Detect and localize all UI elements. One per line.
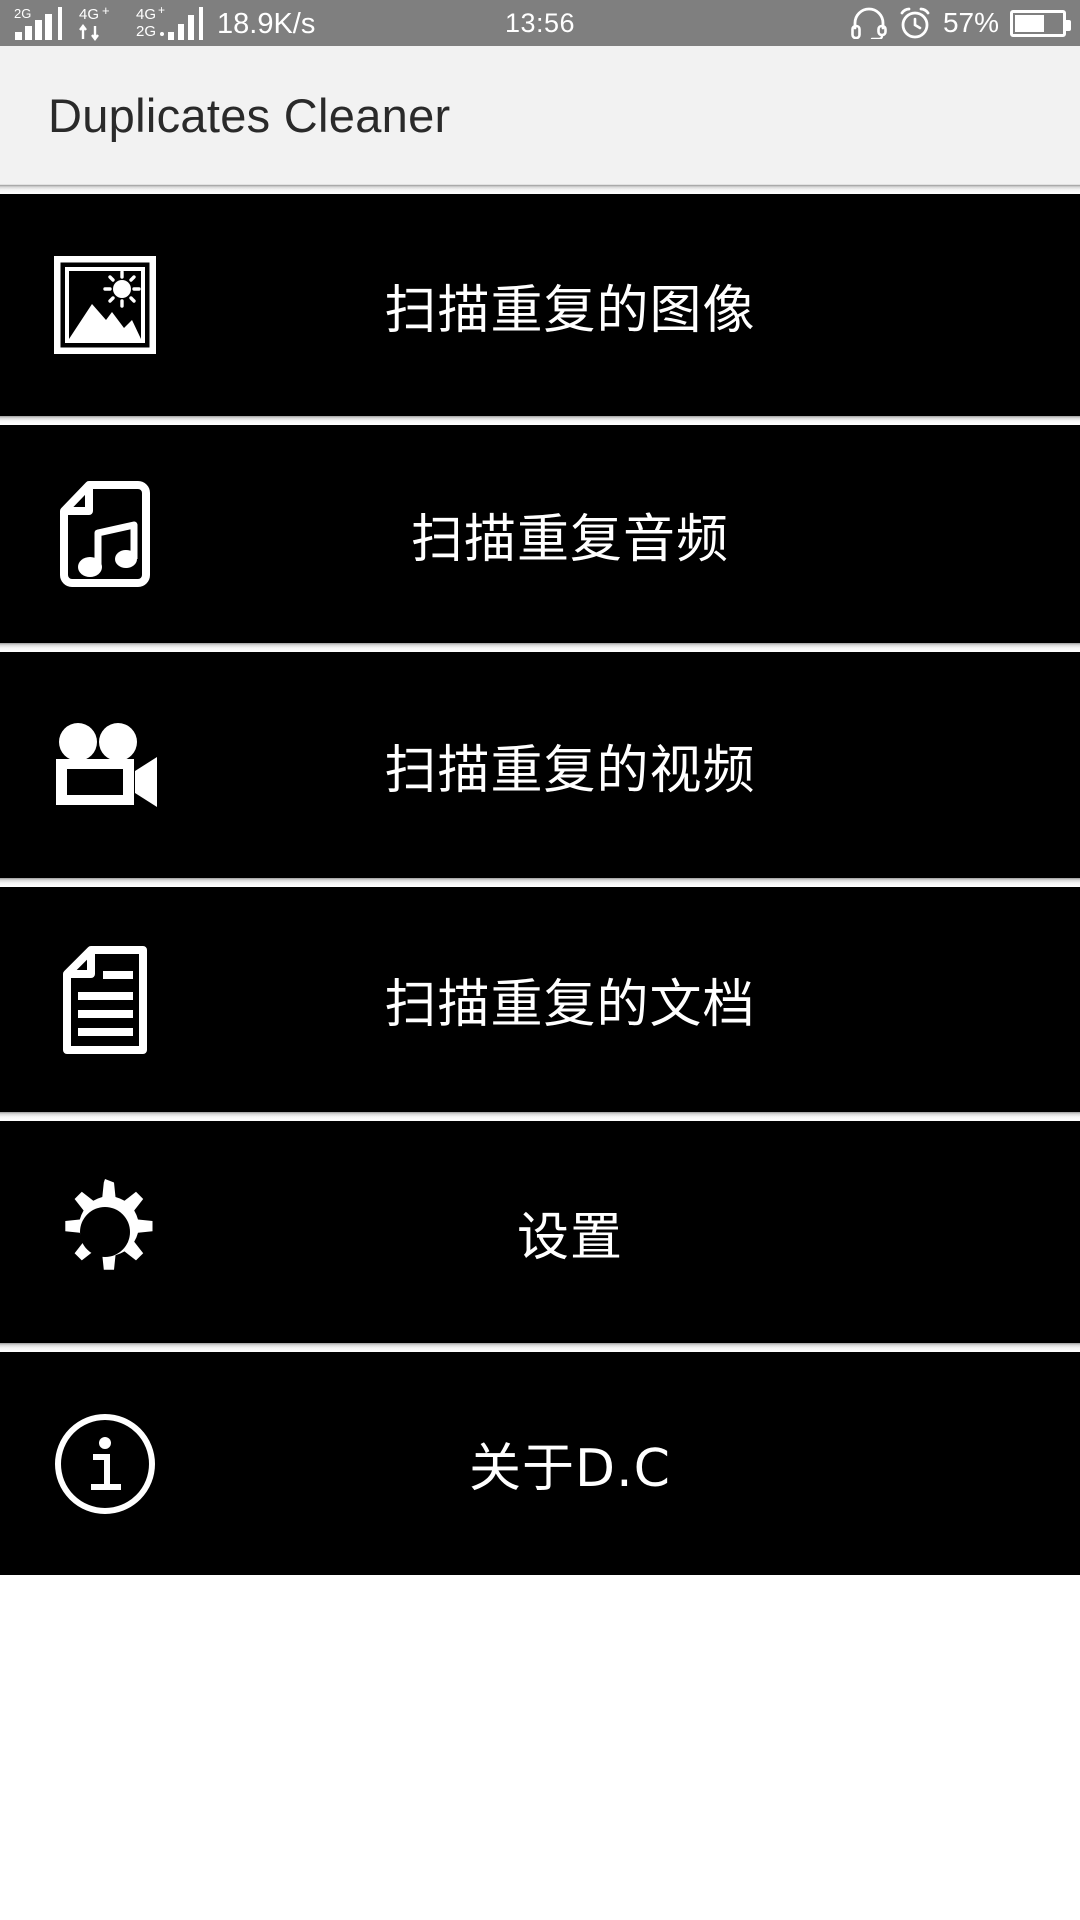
audio-file-icon xyxy=(0,481,210,587)
info-circle-icon xyxy=(0,1412,210,1516)
menu-item-label: 扫描重复音频 xyxy=(410,509,729,570)
menu-item-label: 扫描重复的文档 xyxy=(384,975,756,1035)
battery-icon xyxy=(1010,9,1071,37)
status-bar-right: 57% xyxy=(851,6,1071,40)
sim2-signal-icon: 4G + 2G xyxy=(136,5,208,41)
svg-text:+: + xyxy=(158,5,165,17)
status-bar: 2G 4G + 4G + 2G 18.9K/s 13:56 57% xyxy=(0,0,1080,46)
list-divider xyxy=(0,185,1080,194)
app-screen: 2G 4G + 4G + 2G 18.9K/s 13:56 57% Duplic… xyxy=(0,0,1080,1920)
battery-fill xyxy=(1015,14,1044,32)
list-divider xyxy=(0,643,1080,652)
menu-item-label: 设置 xyxy=(516,1207,623,1268)
menu-item-scan-duplicate-audio[interactable]: 扫描重复音频 xyxy=(0,425,1080,643)
svg-text:2G: 2G xyxy=(136,23,156,40)
menu-item-settings[interactable]: 设置 xyxy=(0,1121,1080,1343)
sim1-signal-icon: 2G xyxy=(14,5,72,41)
data-transfer-icon: 4G + xyxy=(79,5,129,41)
list-divider xyxy=(0,1343,1080,1352)
headphone-icon xyxy=(851,7,887,39)
document-icon xyxy=(0,945,210,1054)
svg-text:4G: 4G xyxy=(79,6,99,23)
menu-item-label: 扫描重复的图像 xyxy=(384,280,756,341)
status-bar-left: 2G 4G + 4G + 2G 18.9K/s xyxy=(14,5,315,41)
main-menu-list: 扫描重复的图像 扫描重复音频 扫描重复的视频 扫描重复的文档 设置 关于D.C xyxy=(0,185,1080,1575)
menu-item-scan-duplicate-videos[interactable]: 扫描重复的视频 xyxy=(0,652,1080,878)
page-title: Duplicates Cleaner xyxy=(48,88,451,142)
alarm-clock-icon xyxy=(898,6,932,40)
menu-item-about-dc[interactable]: 关于D.C xyxy=(0,1352,1080,1575)
list-divider xyxy=(0,416,1080,425)
picture-icon xyxy=(0,256,210,354)
menu-item-scan-duplicate-images[interactable]: 扫描重复的图像 xyxy=(0,194,1080,416)
network-speed-label: 18.9K/s xyxy=(217,8,316,40)
svg-text:+: + xyxy=(102,5,110,18)
menu-item-label: 扫描重复的视频 xyxy=(384,740,756,801)
battery-percent-label: 57% xyxy=(942,7,999,38)
gear-icon xyxy=(0,1179,210,1285)
list-divider xyxy=(0,1112,1080,1121)
menu-item-scan-duplicate-documents[interactable]: 扫描重复的文档 xyxy=(0,887,1080,1112)
video-camera-icon xyxy=(0,721,210,809)
list-divider xyxy=(0,878,1080,887)
svg-text:4G: 4G xyxy=(136,6,156,23)
svg-text:2G: 2G xyxy=(14,6,31,21)
app-title-bar: Duplicates Cleaner xyxy=(0,46,1080,185)
menu-item-label: 关于D.C xyxy=(469,1439,671,1499)
